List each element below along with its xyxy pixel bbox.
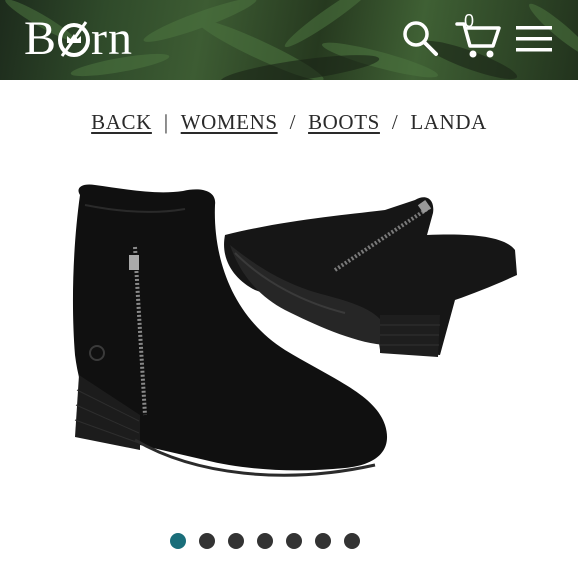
back-boot [224,197,517,357]
menu-icon[interactable] [516,24,552,54]
breadcrumb-separator: | [163,110,169,134]
carousel-dot-1[interactable] [170,533,186,549]
breadcrumb-womens[interactable]: WOMENS [181,110,278,134]
breadcrumb-boots[interactable]: BOOTS [308,110,380,134]
carousel-dot-6[interactable] [315,533,331,549]
brand-logo[interactable]: B rn [24,10,133,68]
image-carousel-indicators [170,533,360,549]
carousel-dot-2[interactable] [199,533,215,549]
search-icon[interactable] [400,18,440,58]
breadcrumb-current: LANDA [410,110,487,134]
cart-count-badge: 0 [464,11,475,31]
breadcrumb: BACK | WOMENS / BOOTS / LANDA [0,110,578,135]
site-header: B rn 0 [0,0,578,80]
breadcrumb-separator: / [289,110,297,134]
breadcrumb-separator: / [391,110,399,134]
carousel-dot-7[interactable] [344,533,360,549]
carousel-dot-5[interactable] [286,533,302,549]
carousel-dot-3[interactable] [228,533,244,549]
product-image[interactable] [55,175,525,500]
cart-icon[interactable] [455,16,501,60]
carousel-dot-4[interactable] [257,533,273,549]
breadcrumb-back[interactable]: BACK [91,110,152,134]
crown-logo-icon [57,14,91,57]
